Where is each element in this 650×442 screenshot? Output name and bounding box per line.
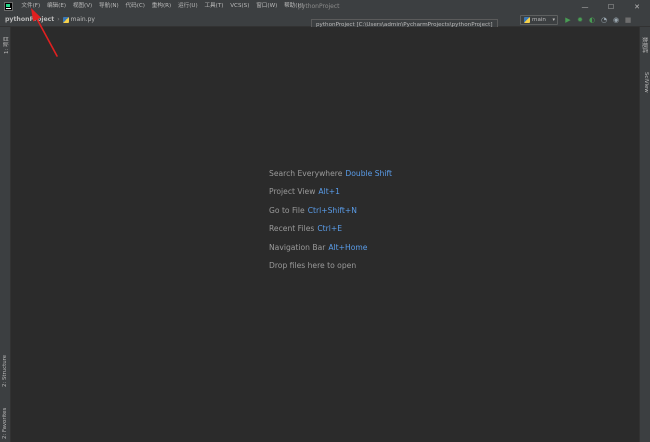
hint-label: Project View <box>269 187 316 197</box>
menu-vcs[interactable]: VCS(S) <box>227 0 253 13</box>
tool-tab-favorites[interactable]: 2: Favorites <box>2 408 8 439</box>
menu-edit[interactable]: 编辑(E) <box>44 0 70 13</box>
editor-area[interactable]: Search Everywhere Double Shift Project Vi… <box>11 27 639 442</box>
window-title: pythonProject <box>298 3 340 10</box>
chevron-down-icon: ▾ <box>552 17 555 23</box>
menu-refactor[interactable]: 重构(R) <box>148 0 174 13</box>
tool-tab-project[interactable]: 1: 项目 <box>2 36 10 54</box>
breadcrumb-file[interactable]: main.py <box>62 16 95 23</box>
hint-label: Drop files here to open <box>269 260 357 270</box>
hint-shortcut: Alt+1 <box>318 187 340 197</box>
hint-label: Go to File <box>269 205 305 215</box>
hint-navigation-bar: Navigation Bar Alt+Home <box>269 239 392 257</box>
menu-tools[interactable]: 工具(T) <box>201 0 227 13</box>
menu-file[interactable]: 文件(F) <box>18 0 44 13</box>
python-config-icon <box>524 17 530 23</box>
hint-go-to-file: Go to File Ctrl+Shift+N <box>269 202 392 220</box>
menu-code[interactable]: 代码(C) <box>122 0 148 13</box>
close-button[interactable]: ✕ <box>624 0 650 13</box>
hint-shortcut: Double Shift <box>345 169 392 178</box>
breadcrumb-separator: › <box>57 16 60 23</box>
menu-run[interactable]: 运行(U) <box>175 0 201 13</box>
maximize-button[interactable]: ☐ <box>598 0 624 13</box>
debug-icon[interactable]: ✹ <box>574 14 586 26</box>
title-bar: 文件(F) 编辑(E) 视图(V) 导航(N) 代码(C) 重构(R) 运行(U… <box>0 0 650 13</box>
run-icon[interactable]: ▶ <box>562 14 574 26</box>
window-controls: — ☐ ✕ <box>572 0 650 13</box>
main-menu: 文件(F) 编辑(E) 视图(V) 导航(N) 代码(C) 重构(R) 运行(U… <box>18 0 307 13</box>
hint-recent-files: Recent Files Ctrl+E <box>269 220 392 238</box>
tool-tab-structure[interactable]: 2: Structure <box>2 355 8 387</box>
tool-tab-database[interactable]: 数据库 <box>641 37 649 53</box>
hint-label: Navigation Bar <box>269 242 326 252</box>
hint-search-everywhere: Search Everywhere Double Shift <box>269 165 392 183</box>
tool-tab-sciview[interactable]: SciView <box>643 72 649 93</box>
breadcrumb-file-label: main.py <box>70 16 95 23</box>
stop-icon[interactable]: ■ <box>622 14 634 26</box>
menu-navigate[interactable]: 导航(N) <box>96 0 123 13</box>
hint-shortcut: Ctrl+Shift+N <box>307 205 357 215</box>
python-file-icon <box>62 16 69 23</box>
run-configuration-selector[interactable]: main ▾ <box>520 15 558 25</box>
coverage-icon[interactable]: ◐ <box>586 14 598 26</box>
breadcrumb-project[interactable]: pythonProject <box>5 16 54 23</box>
hint-shortcut: Alt+Home <box>328 242 368 252</box>
hint-project-view: Project View Alt+1 <box>269 183 392 201</box>
hint-label: Search Everywhere <box>269 169 343 178</box>
empty-editor-hints: Search Everywhere Double Shift Project Vi… <box>269 165 392 275</box>
hint-drop-files: Drop files here to open <box>269 257 392 275</box>
left-tool-stripe: 1: 项目 2: Structure 2: Favorites <box>0 27 11 442</box>
hint-shortcut: Ctrl+E <box>317 224 343 234</box>
run-toolbar: ▶ ✹ ◐ ◔ ◉ ■ <box>562 14 634 26</box>
profile-icon[interactable]: ◔ <box>598 14 610 26</box>
hint-label: Recent Files <box>269 224 315 234</box>
run-config-label: main <box>532 17 546 23</box>
concurrency-icon[interactable]: ◉ <box>610 14 622 26</box>
pycharm-logo-icon <box>4 2 13 11</box>
minimize-button[interactable]: — <box>572 0 598 13</box>
menu-view[interactable]: 视图(V) <box>69 0 95 13</box>
right-tool-stripe: 数据库 SciView <box>639 27 650 442</box>
menu-window[interactable]: 窗口(W) <box>253 0 281 13</box>
